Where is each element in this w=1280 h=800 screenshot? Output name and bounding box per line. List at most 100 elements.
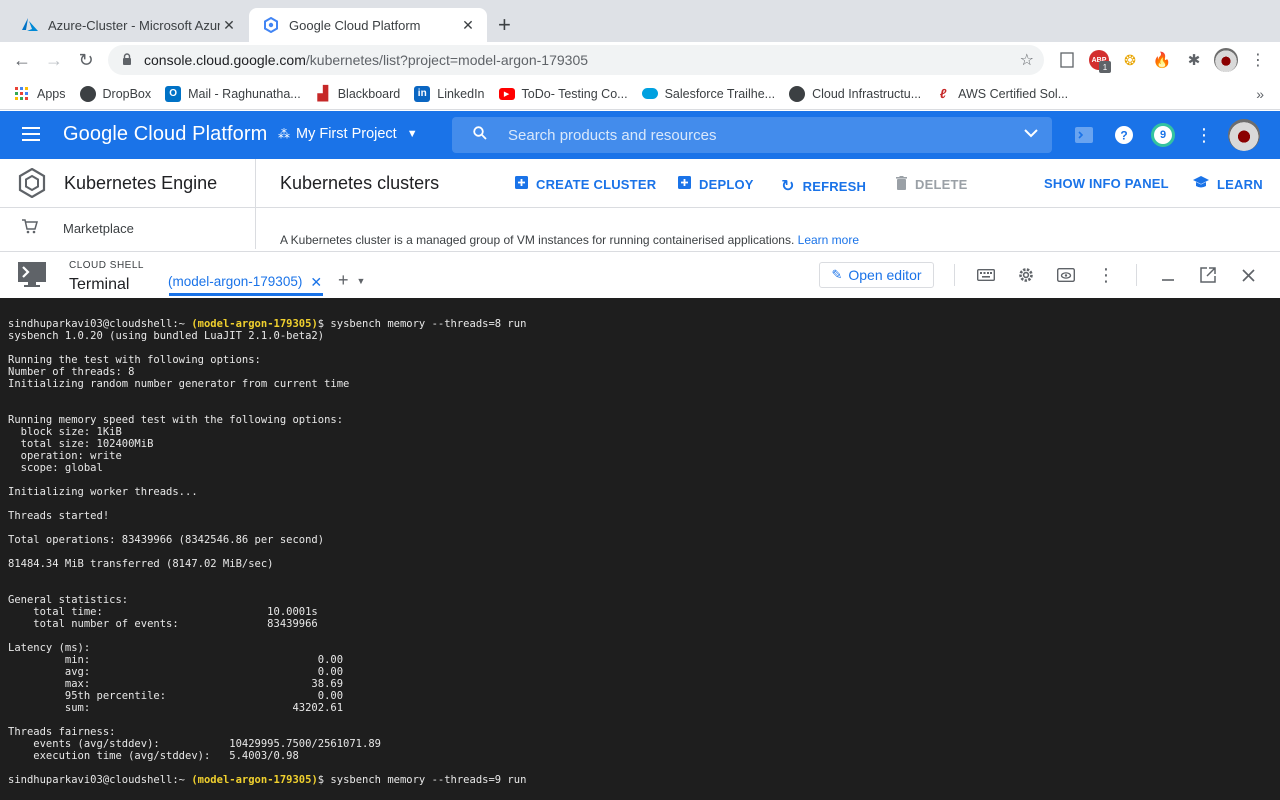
chevron-down-icon[interactable] xyxy=(1024,126,1038,141)
kubernetes-toolbar: Kubernetes clusters CREATE CLUSTER DEPLO… xyxy=(256,159,1280,208)
command-output: sysbench 1.0.20 (using bundled LuaJIT 2.… xyxy=(8,330,1272,774)
youtube-icon: ▶ xyxy=(498,87,515,100)
cart-icon xyxy=(22,218,42,238)
close-icon[interactable] xyxy=(1237,264,1259,286)
apps-grid-icon xyxy=(14,86,30,102)
add-session-button[interactable]: + ▼ xyxy=(338,270,365,291)
extensions-puzzle-icon[interactable]: ✱ xyxy=(1184,50,1204,70)
url-host: console.cloud.google.com xyxy=(144,52,306,68)
forward-icon[interactable]: → xyxy=(44,50,64,70)
terminal-line: Threads started! xyxy=(8,510,110,522)
bookmark-blackboard[interactable]: ▟ Blackboard xyxy=(314,85,401,102)
account-avatar[interactable] xyxy=(1228,119,1260,151)
open-in-new-window-icon[interactable] xyxy=(1197,264,1219,286)
browser-tab-azure[interactable]: Azure-Cluster - Microsoft Azure ✕ xyxy=(8,8,248,42)
caret-down-icon: ▼ xyxy=(356,275,366,286)
sidebar-item-label: Marketplace xyxy=(63,220,134,236)
terminal-line: block size: 1KiB xyxy=(8,426,122,438)
profile-avatar[interactable] xyxy=(1214,48,1238,72)
address-bar[interactable]: console.cloud.google.com/kubernetes/list… xyxy=(108,45,1044,75)
button-label: SHOW INFO PANEL xyxy=(1044,176,1169,191)
terminal-line: total time: 10.0001s xyxy=(8,606,318,618)
open-editor-button[interactable]: ✎ Open editor xyxy=(819,262,934,288)
bookmark-apps[interactable]: Apps xyxy=(14,86,66,102)
extension-badge: 1 xyxy=(1099,61,1111,73)
refresh-button[interactable]: ↻ REFRESH xyxy=(781,176,866,196)
browser-menu-icon[interactable]: ⋮ xyxy=(1248,50,1268,70)
honey-extension-icon[interactable]: ❂ xyxy=(1120,50,1140,70)
button-label: DELETE xyxy=(915,177,968,192)
cloud-shell-icon[interactable] xyxy=(1073,124,1095,146)
search-placeholder: Search products and resources xyxy=(508,126,717,144)
sidebar-item-marketplace[interactable]: Marketplace xyxy=(0,208,255,248)
bookmark-dropbox[interactable]: DropBox xyxy=(79,85,151,102)
fire-extension-icon[interactable]: 🔥 xyxy=(1152,50,1172,70)
bookmark-mail[interactable]: O Mail - Raghunatha... xyxy=(165,85,301,102)
gcp-title[interactable]: Google Cloud Platform xyxy=(63,123,267,146)
notifications-badge[interactable]: 9 xyxy=(1151,123,1175,147)
close-icon[interactable]: ✕ xyxy=(220,17,238,34)
button-label: DEPLOY xyxy=(699,176,754,192)
terminal-title: Terminal xyxy=(69,276,130,293)
salesforce-icon xyxy=(641,88,658,99)
search-bar[interactable]: Search products and resources xyxy=(452,117,1052,153)
web-preview-icon[interactable] xyxy=(1055,264,1077,286)
more-vert-icon[interactable]: ⋮ xyxy=(1193,124,1215,146)
menu-icon[interactable] xyxy=(22,127,40,141)
show-info-panel-button[interactable]: SHOW INFO PANEL xyxy=(1044,176,1169,191)
help-icon[interactable]: ? xyxy=(1113,124,1135,146)
page-icon[interactable] xyxy=(1057,50,1077,70)
browser-tab-gcp[interactable]: Google Cloud Platform ✕ xyxy=(249,8,487,42)
prompt-project: (model-argon-179305) xyxy=(191,774,318,786)
url-path: /kubernetes/list?project=model-argon-179… xyxy=(305,52,589,68)
delete-button[interactable]: DELETE xyxy=(896,176,967,193)
cloud-shell-label: CLOUD SHELL xyxy=(69,260,144,271)
terminal-line: 81484.34 MiB transferred (8147.02 MiB/se… xyxy=(8,558,274,570)
bookmark-label: Salesforce Trailhe... xyxy=(664,86,776,101)
bookmark-linkedin[interactable]: in LinkedIn xyxy=(414,85,485,102)
kubernetes-description: A Kubernetes cluster is a managed group … xyxy=(280,233,859,247)
prompt-user: sindhuparkavi03@cloudshell:~ xyxy=(8,774,186,786)
terminal-line: total number of events: 83439966 xyxy=(8,618,318,630)
bookmark-star-icon[interactable]: ☆ xyxy=(1020,50,1034,70)
button-label: REFRESH xyxy=(802,178,867,194)
new-tab-icon[interactable]: + xyxy=(498,14,511,36)
reload-icon[interactable]: ↻ xyxy=(76,50,96,70)
deploy-button[interactable]: DEPLOY xyxy=(678,176,754,192)
add-box-icon xyxy=(678,176,691,192)
bookmark-salesforce[interactable]: Salesforce Trailhe... xyxy=(641,86,776,101)
minimize-icon[interactable] xyxy=(1157,264,1179,286)
keyboard-icon[interactable] xyxy=(975,264,997,286)
svg-text:?: ? xyxy=(1120,129,1127,143)
terminal-line: Running memory speed test with the follo… xyxy=(8,414,344,426)
terminal-line: Total operations: 83439966 (8342546.86 p… xyxy=(8,534,325,546)
prompt-user: sindhuparkavi03@cloudshell:~ xyxy=(8,318,186,330)
project-selector[interactable]: ⁂ My First Project ▼ xyxy=(278,126,418,142)
terminal-output[interactable]: sindhuparkavi03@cloudshell:~ (model-argo… xyxy=(0,298,1280,800)
bookmark-label: Blackboard xyxy=(337,86,401,101)
terminal-line: Running the test with following options: xyxy=(8,354,261,366)
learn-button[interactable]: LEARN xyxy=(1193,176,1263,192)
tab-title: Google Cloud Platform xyxy=(289,17,421,33)
more-vert-icon[interactable]: ⋮ xyxy=(1095,264,1117,286)
bookmark-aws[interactable]: ℓ AWS Certified Sol... xyxy=(935,85,1068,102)
close-icon[interactable]: ✕ xyxy=(310,274,322,291)
settings-gear-icon[interactable] xyxy=(1015,264,1037,286)
create-cluster-button[interactable]: CREATE CLUSTER xyxy=(515,176,656,192)
terminal-line: 95th percentile: 0.00 xyxy=(8,690,344,702)
terminal-line: total size: 102400MiB xyxy=(8,438,154,450)
bookmark-todo[interactable]: ▶ ToDo- Testing Co... xyxy=(498,86,628,101)
terminal-line: avg: 0.00 xyxy=(8,666,344,678)
page-title: Kubernetes clusters xyxy=(280,173,440,193)
learn-more-link[interactable]: Learn more xyxy=(798,233,859,247)
bookmark-cloud-infra[interactable]: Cloud Infrastructu... xyxy=(789,85,921,102)
back-icon[interactable]: ← xyxy=(12,50,32,70)
close-icon[interactable]: ✕ xyxy=(459,17,477,34)
pencil-icon: ✎ xyxy=(831,267,843,282)
bookmark-label: ToDo- Testing Co... xyxy=(521,86,628,101)
chevron-double-right-icon[interactable]: » xyxy=(1256,86,1264,102)
